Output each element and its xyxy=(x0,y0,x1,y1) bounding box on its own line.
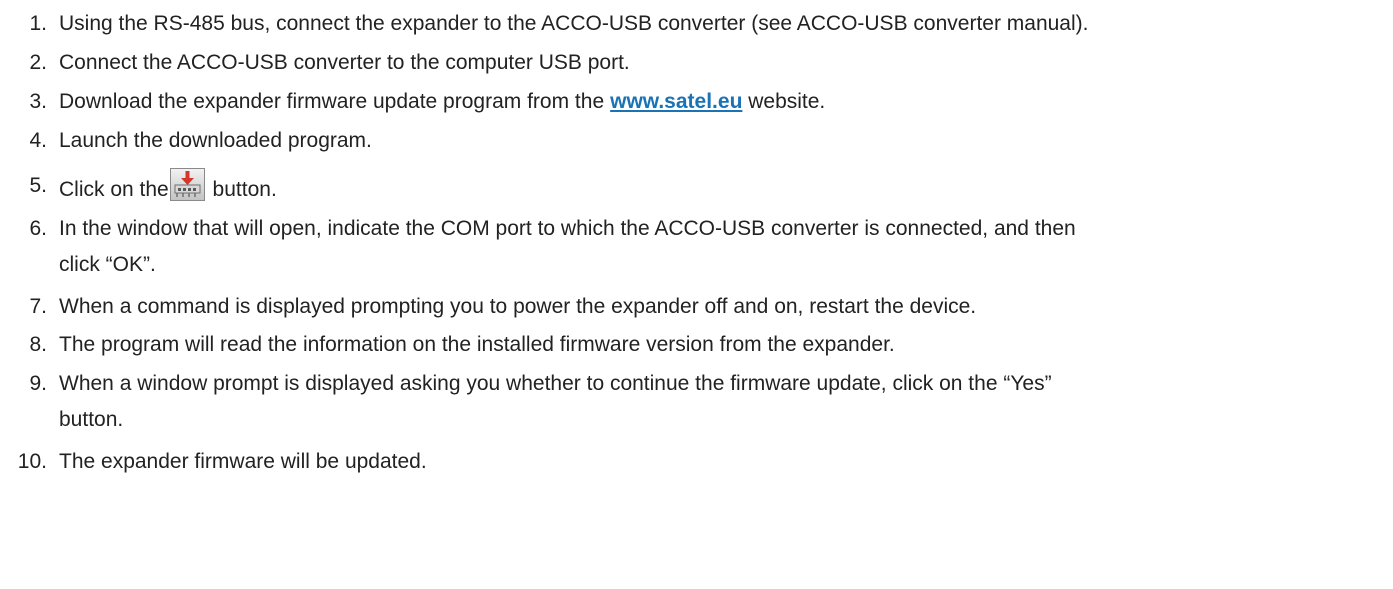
step-text-after: button. xyxy=(206,178,277,201)
step-text-continued: button. xyxy=(59,408,124,431)
step-number: 10. xyxy=(17,450,47,473)
firmware-update-icon xyxy=(169,168,205,201)
step-number: 6. xyxy=(29,217,47,240)
satel-website-link[interactable]: www.satel.eu xyxy=(610,90,742,113)
step-text: The expander firmware will be updated. xyxy=(59,450,427,473)
step-number: 3. xyxy=(29,90,47,113)
step-text-before: Download the expander firmware update pr… xyxy=(59,90,605,113)
step-text-continued: click “OK”. xyxy=(59,253,156,276)
firmware-update-steps: 1. Using the RS-485 bus, connect the exp… xyxy=(0,0,1393,589)
step-text: When a window prompt is displayed asking… xyxy=(59,372,1052,395)
step-number: 7. xyxy=(29,295,47,318)
step-text: Launch the downloaded program. xyxy=(59,129,372,152)
step-number: 9. xyxy=(29,372,47,395)
step-number: 8. xyxy=(29,333,47,356)
step-text: In the window that will open, indicate t… xyxy=(59,217,1076,240)
step-number: 2. xyxy=(29,51,47,74)
step-text: Download the expander firmware update pr… xyxy=(59,84,825,120)
step-text: Using the RS-485 bus, connect the expand… xyxy=(59,12,1089,35)
step-text: Connect the ACCO-USB converter to the co… xyxy=(59,51,630,74)
step-text-after: website. xyxy=(742,90,826,113)
step-number: 4. xyxy=(29,129,47,152)
step-text: Click on the button. xyxy=(59,168,277,208)
step-number: 1. xyxy=(29,12,47,35)
step-text-before: Click on the xyxy=(59,178,169,201)
step-number: 5. xyxy=(29,174,47,197)
step-text: The program will read the information on… xyxy=(59,333,895,356)
step-text: When a command is displayed prompting yo… xyxy=(59,295,977,318)
